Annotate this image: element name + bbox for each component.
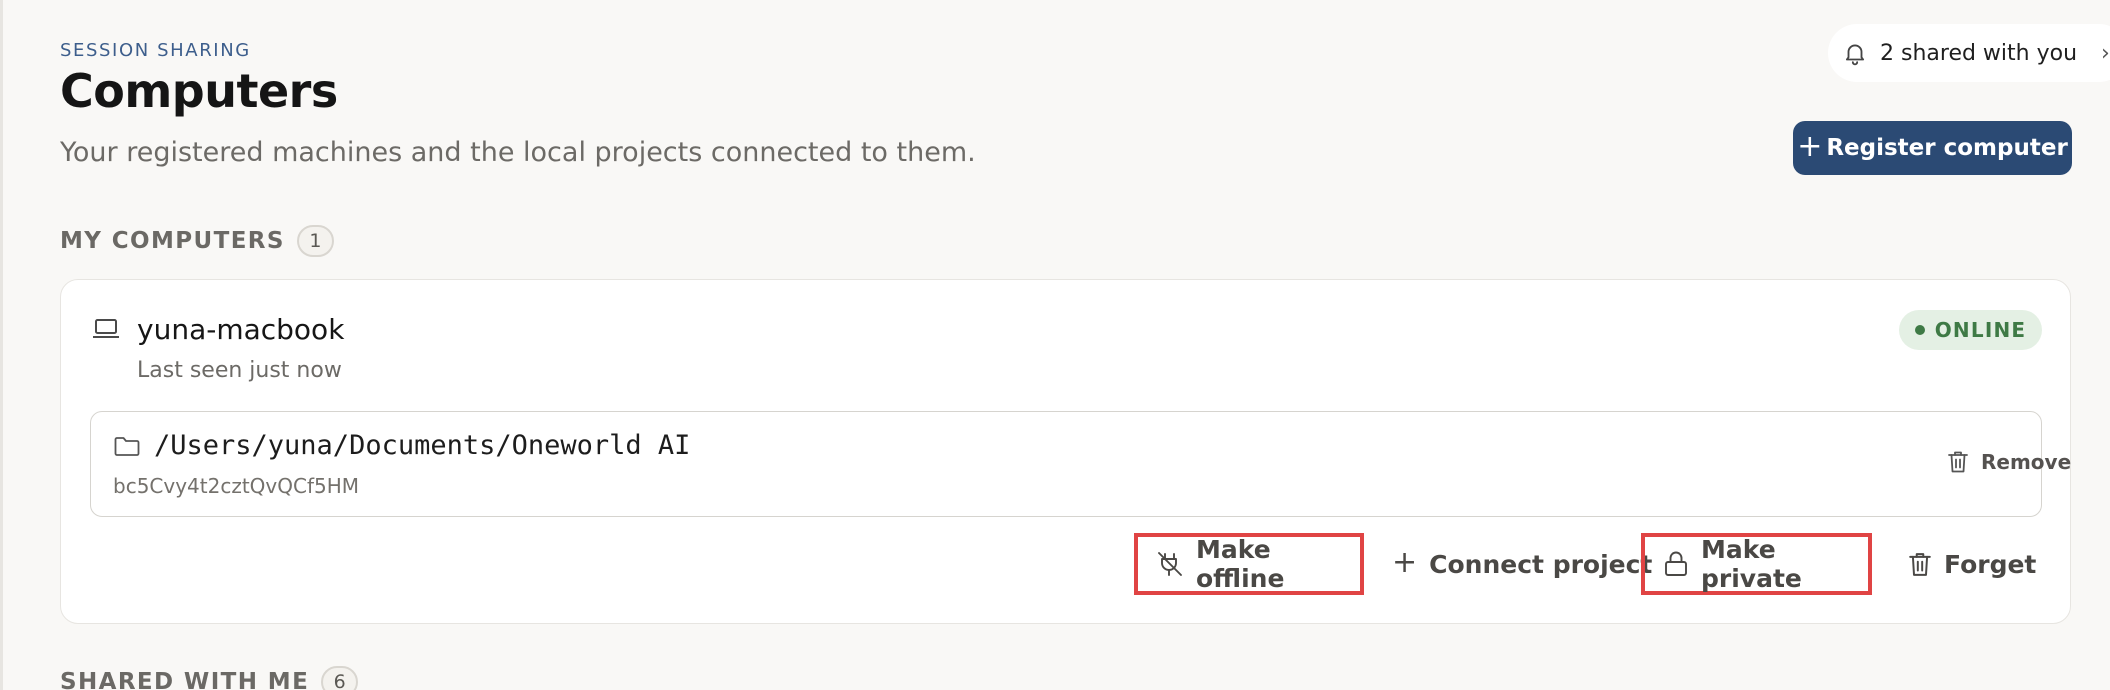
page-title: Computers	[60, 64, 338, 118]
connect-project-button[interactable]: + Connect project	[1382, 533, 1682, 595]
remove-project-button[interactable]: Remove	[1947, 450, 2071, 474]
left-divider	[0, 0, 3, 690]
plug-off-icon	[1156, 550, 1184, 578]
make-offline-button[interactable]: Make offline	[1134, 533, 1364, 595]
status-badge: ONLINE	[1899, 310, 2042, 350]
shared-with-you-label: 2 shared with you	[1880, 40, 2078, 66]
connect-project-label: Connect project	[1429, 549, 1653, 579]
bell-icon	[1842, 40, 1868, 66]
register-computer-label: Register computer	[1826, 135, 2068, 161]
forget-computer-button[interactable]: Forget	[1890, 533, 2036, 595]
status-dot-icon	[1914, 325, 1925, 335]
page-subtitle: Your registered machines and the local p…	[60, 137, 976, 168]
trash-icon	[1908, 551, 1932, 578]
computer-card: yuna-macbook Last seen just now ONLINE /…	[60, 279, 2071, 624]
last-seen-text: Last seen just now	[137, 358, 342, 383]
folder-icon	[113, 434, 141, 458]
my-computers-label: MY COMPUTERS	[60, 228, 285, 254]
status-label: ONLINE	[1934, 318, 2027, 342]
shared-with-me-heading: SHARED WITH ME 6	[60, 666, 359, 690]
connected-project: /Users/yuna/Documents/Oneworld AI bc5Cvy…	[90, 411, 2071, 517]
make-offline-label: Make offline	[1196, 535, 1285, 593]
plus-icon: +	[1797, 128, 1823, 164]
forget-label: Forget	[1944, 549, 2037, 579]
computer-name: yuna-macbook	[137, 313, 345, 346]
register-computer-button[interactable]: + Register computer	[1793, 121, 2072, 175]
shared-with-me-count: 6	[321, 666, 359, 690]
chevron-right-icon: ›	[2101, 40, 2110, 66]
my-computers-heading: MY COMPUTERS 1	[60, 225, 334, 257]
my-computers-count: 1	[296, 225, 334, 257]
lock-icon	[1663, 550, 1689, 578]
make-private-button[interactable]: Make private	[1641, 533, 1872, 595]
shared-with-you-button[interactable]: 2 shared with you ›	[1828, 24, 2110, 82]
project-id: bc5Cvy4t2cztQvQCf5HM	[113, 474, 360, 498]
make-private-label: Make private	[1701, 535, 1802, 593]
remove-label: Remove	[1981, 450, 2072, 474]
shared-with-me-label: SHARED WITH ME	[60, 669, 310, 690]
section-eyebrow: SESSION SHARING	[60, 40, 251, 61]
trash-icon	[1947, 450, 1969, 474]
computers-page: SESSION SHARING Computers Your registere…	[0, 0, 2110, 690]
project-path: /Users/yuna/Documents/Oneworld AI	[154, 430, 691, 461]
plus-icon: +	[1392, 544, 1418, 580]
laptop-icon	[91, 316, 121, 342]
